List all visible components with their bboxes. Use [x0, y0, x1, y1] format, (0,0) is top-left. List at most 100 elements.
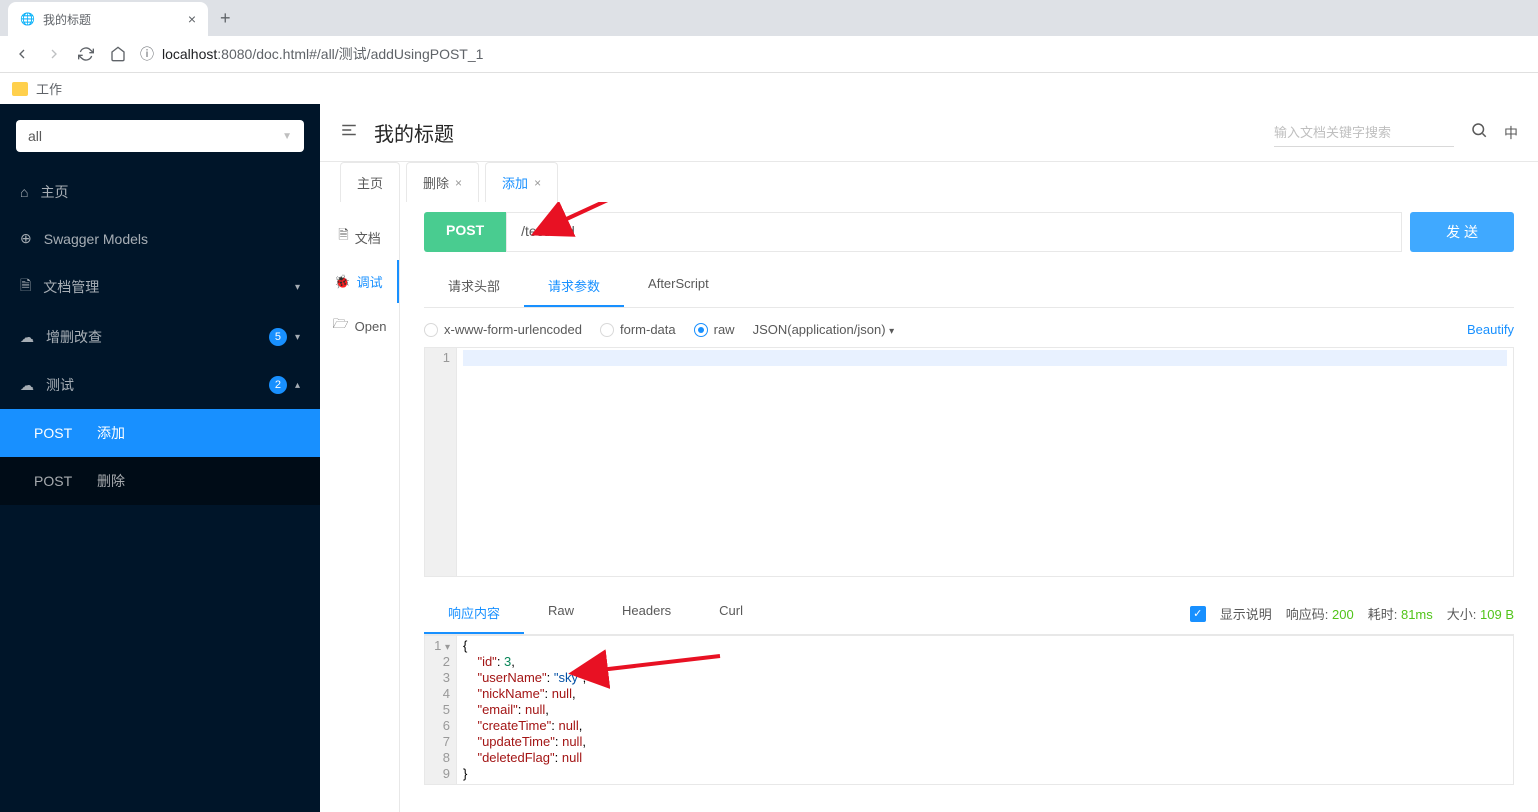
sidebar-item-label: 主页 [40, 182, 68, 202]
tab-label: 删除 [423, 173, 449, 192]
globe-icon: 🌐 [20, 12, 35, 26]
code-label: 响应码: [1286, 607, 1329, 622]
chevron-down-icon: ▾ [295, 332, 300, 343]
reload-icon[interactable] [76, 44, 96, 64]
beautify-button[interactable]: Beautify [1467, 322, 1514, 337]
tab-label: 添加 [502, 173, 528, 192]
sub-tab-headers[interactable]: 请求头部 [424, 266, 524, 307]
page-title: 我的标题 [374, 118, 454, 147]
bookmark-item[interactable]: 工作 [36, 79, 62, 98]
sidebar-item-test[interactable]: ☁ 测试 2 ▴ [0, 361, 320, 409]
forward-icon[interactable] [44, 44, 64, 64]
content-type-select[interactable]: JSON(application/json) ▾ [753, 322, 895, 337]
chevron-down-icon: ▾ [295, 282, 300, 293]
home-icon: ⌂ [20, 184, 28, 200]
sidebar-subitem-add[interactable]: POST 添加 [0, 409, 320, 457]
tab-delete[interactable]: 删除 × [406, 162, 479, 202]
chevron-up-icon: ▴ [295, 380, 300, 391]
api-group-select[interactable]: all ▼ [16, 120, 304, 152]
radio-label: x-www-form-urlencoded [444, 322, 582, 337]
response-code: 200 [1332, 607, 1354, 622]
browser-chrome: 🌐 我的标题 × + ⓘ localhost:8080/doc.html#/al… [0, 0, 1538, 104]
radio-icon [600, 323, 614, 337]
close-icon[interactable]: × [455, 176, 462, 190]
content-tabs: 主页 删除 × 添加 × [320, 161, 1538, 202]
browser-nav-bar: ⓘ localhost:8080/doc.html#/all/测试/addUsi… [0, 36, 1538, 72]
close-icon[interactable]: × [188, 11, 196, 27]
url-port: :8080 [217, 46, 252, 62]
response-tabs-row: 响应内容 Raw Headers Curl ✓ 显示说明 响应码: 200 耗时… [424, 593, 1514, 635]
left-nav-doc[interactable]: 🗎 文档 [320, 214, 399, 260]
url-input[interactable]: /test/add [506, 212, 1402, 252]
request-line: POST /test/add 发 送 [424, 212, 1514, 252]
content-header: 我的标题 中 [320, 104, 1538, 161]
request-sub-tabs: 请求头部 请求参数 AfterScript [424, 266, 1514, 308]
radio-urlencoded[interactable]: x-www-form-urlencoded [424, 322, 582, 337]
left-nav-label: Open [355, 319, 387, 334]
bookmark-bar: 工作 [0, 72, 1538, 104]
left-nav-open[interactable]: 🗁 Open [320, 303, 399, 349]
bug-icon: 🐞 [334, 274, 350, 290]
count-badge: 5 [269, 328, 287, 346]
close-icon[interactable]: × [534, 176, 541, 190]
left-nav-debug[interactable]: 🐞 调试 [320, 260, 399, 303]
radio-formdata[interactable]: form-data [600, 322, 676, 337]
radio-icon [424, 323, 438, 337]
radio-label: form-data [620, 322, 676, 337]
search-icon[interactable] [1470, 121, 1488, 144]
send-button[interactable]: 发 送 [1410, 212, 1514, 252]
browser-tab-bar: 🌐 我的标题 × + [0, 0, 1538, 36]
body-type-row: x-www-form-urlencoded form-data raw JSON… [424, 322, 1514, 337]
method-label: POST [34, 473, 79, 489]
language-switch[interactable]: 中 [1504, 123, 1518, 143]
url-bar[interactable]: ⓘ localhost:8080/doc.html#/all/测试/addUsi… [140, 44, 1526, 64]
cloud-icon: ☁ [20, 329, 34, 346]
doc-icon: 🗎 [20, 275, 31, 299]
browser-tab[interactable]: 🌐 我的标题 × [8, 2, 208, 36]
search-input[interactable] [1274, 119, 1454, 147]
tab-home[interactable]: 主页 [340, 162, 400, 202]
editor-content[interactable] [457, 348, 1513, 576]
tab-label: 主页 [357, 173, 383, 192]
open-icon: 🗁 [333, 315, 349, 337]
sidebar-item-doc-manage[interactable]: 🗎 文档管理 ▾ [0, 261, 320, 313]
home-icon[interactable] [108, 44, 128, 64]
response-tab-raw[interactable]: Raw [524, 593, 598, 634]
response-size: 109 B [1480, 607, 1514, 622]
count-badge: 2 [269, 376, 287, 394]
response-tab-content[interactable]: 响应内容 [424, 593, 524, 634]
sub-tab-afterscript[interactable]: AfterScript [624, 266, 733, 307]
sidebar-item-crud[interactable]: ☁ 增删改查 5 ▾ [0, 313, 320, 361]
app-container: all ▼ ⌂ 主页 ⊕ Swagger Models 🗎 文档管理 ▾ ☁ 增… [0, 104, 1538, 812]
subitem-label: 删除 [97, 471, 125, 491]
content-area: 我的标题 中 主页 删除 × 添加 × 🗎 [320, 104, 1538, 812]
radio-icon [694, 323, 708, 337]
menu-toggle-icon[interactable] [340, 121, 358, 144]
sidebar-item-label: Swagger Models [44, 231, 148, 247]
sidebar-item-home[interactable]: ⌂ 主页 [0, 168, 320, 216]
doc-icon: 🗎 [338, 226, 348, 248]
response-body-editor[interactable]: 1 ▾23456789 { "id": 3, "userName": "sky"… [424, 635, 1514, 785]
editor-gutter: 1 ▾23456789 [425, 636, 457, 784]
response-tab-curl[interactable]: Curl [695, 593, 767, 634]
radio-raw[interactable]: raw [694, 322, 735, 337]
chevron-down-icon: ▼ [282, 131, 292, 142]
sidebar-subitem-delete[interactable]: POST 删除 [0, 457, 320, 505]
url-path: /doc.html#/all/测试/addUsingPOST_1 [252, 46, 483, 62]
sidebar: all ▼ ⌂ 主页 ⊕ Swagger Models 🗎 文档管理 ▾ ☁ 增… [0, 104, 320, 812]
request-body-editor[interactable]: 1 [424, 347, 1514, 577]
checkbox-icon[interactable]: ✓ [1190, 606, 1206, 622]
models-icon: ⊕ [20, 230, 32, 247]
back-icon[interactable] [12, 44, 32, 64]
left-nav-label: 文档 [355, 228, 381, 247]
right-panel: POST /test/add 发 送 请求头部 请求参数 AfterScript… [400, 202, 1538, 812]
sub-tab-params[interactable]: 请求参数 [524, 266, 624, 307]
sidebar-submenu: POST 添加 POST 删除 [0, 409, 320, 505]
tab-add[interactable]: 添加 × [485, 162, 558, 202]
subitem-label: 添加 [97, 423, 125, 443]
response-tab-headers[interactable]: Headers [598, 593, 695, 634]
time-label: 耗时: [1368, 607, 1398, 622]
sidebar-item-label: 测试 [46, 375, 74, 395]
sidebar-item-models[interactable]: ⊕ Swagger Models [0, 216, 320, 261]
new-tab-button[interactable]: + [220, 8, 231, 29]
